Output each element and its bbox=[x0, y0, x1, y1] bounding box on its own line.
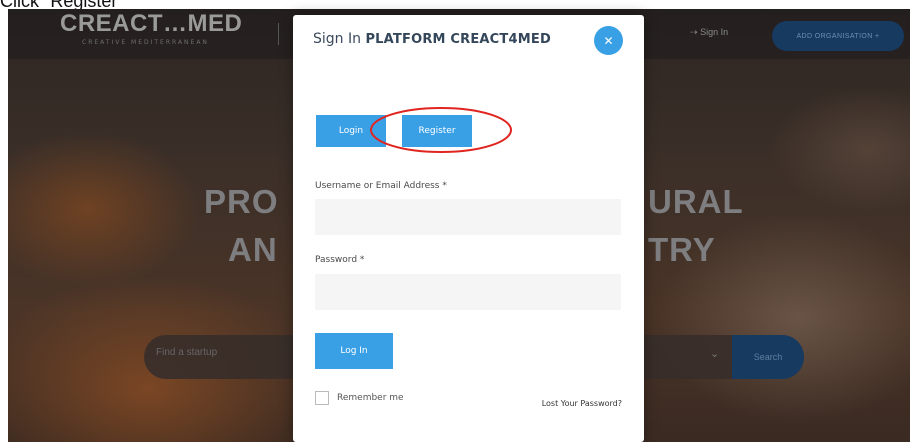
close-button[interactable]: ✕ bbox=[594, 26, 623, 55]
log-in-button[interactable]: Log In bbox=[315, 333, 393, 369]
site-logo[interactable]: CREACT…MED bbox=[60, 10, 242, 38]
modal-title: Sign In PLATFORM CREACT4MED bbox=[313, 31, 551, 47]
header-signin-label: Sign In bbox=[700, 27, 729, 37]
hero-heading-left-2: AN bbox=[228, 231, 278, 268]
sign-in-modal: Sign In PLATFORM CREACT4MED ✕ Login Regi… bbox=[293, 15, 644, 442]
lost-password-link[interactable]: Lost Your Password? bbox=[542, 399, 622, 408]
modal-title-platform: PLATFORM CREACT4MED bbox=[365, 32, 551, 47]
register-highlight-ellipse bbox=[370, 107, 512, 153]
username-label: Username or Email Address * bbox=[315, 181, 447, 191]
remember-me-checkbox[interactable] bbox=[315, 391, 329, 405]
close-icon: ✕ bbox=[603, 33, 614, 48]
remember-me-label: Remember me bbox=[337, 393, 404, 403]
header-signin-link[interactable]: ⇢ Sign In bbox=[690, 27, 728, 38]
password-label: Password * bbox=[315, 255, 365, 265]
sign-in-arrow-icon: ⇢ bbox=[690, 27, 698, 37]
search-button[interactable]: Search bbox=[732, 335, 804, 379]
site-logo-subtitle: CREATIVE MEDITERRANEAN bbox=[82, 39, 209, 46]
chevron-down-icon[interactable]: ⌄ bbox=[710, 347, 719, 360]
username-field[interactable] bbox=[315, 199, 621, 235]
header-divider bbox=[278, 23, 279, 45]
password-field[interactable] bbox=[315, 274, 621, 310]
modal-title-prefix: Sign In bbox=[313, 31, 361, 47]
hero-heading-right-1: URAL bbox=[648, 183, 744, 220]
hero-heading-left-1: PRO bbox=[204, 183, 279, 220]
startup-search-input[interactable]: Find a startup bbox=[156, 347, 217, 358]
hero-heading-right-2: TRY bbox=[648, 231, 716, 268]
add-organisation-button[interactable]: ADD ORGANISATION + bbox=[772, 21, 904, 51]
